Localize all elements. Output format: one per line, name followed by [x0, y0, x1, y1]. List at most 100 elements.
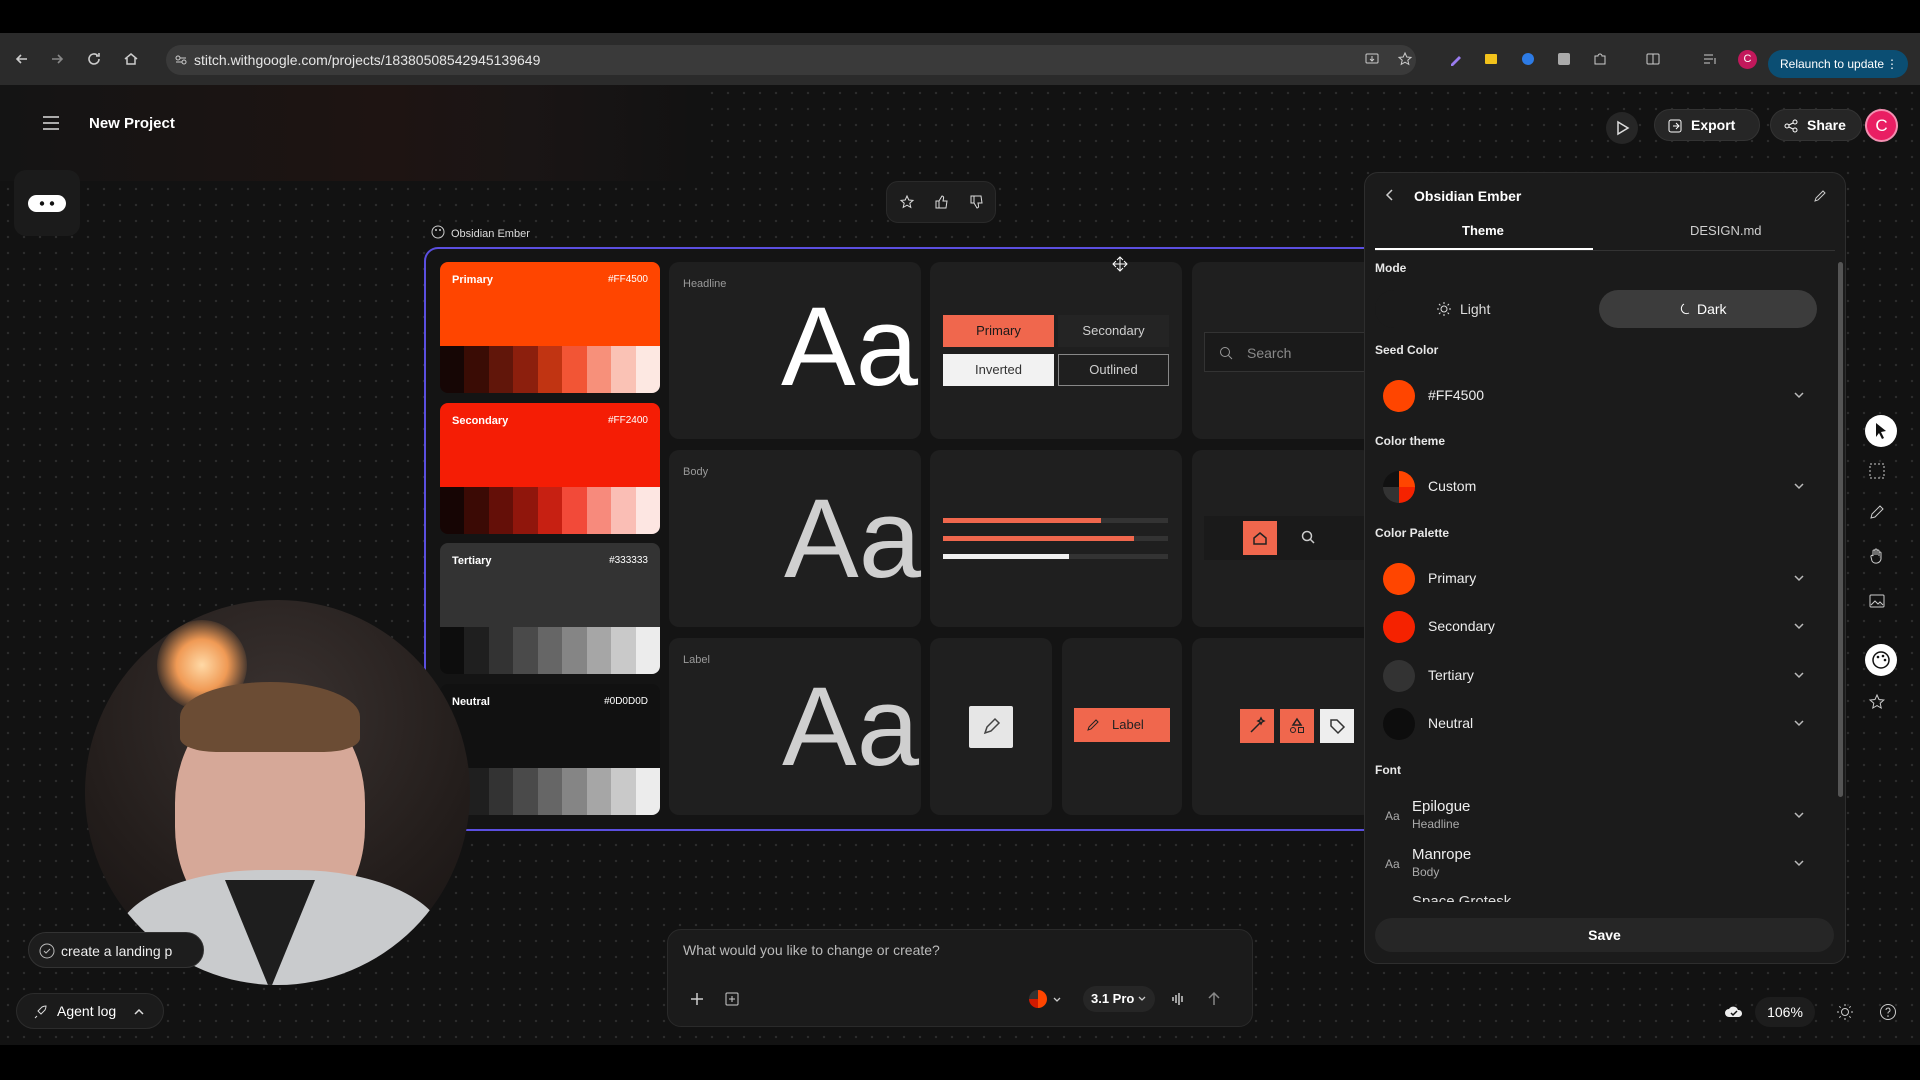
voice-icon[interactable] — [1170, 991, 1186, 1007]
move-cursor-icon — [1112, 256, 1128, 272]
agent-log-button[interactable]: Agent log — [16, 993, 164, 1029]
inverted-button[interactable]: Inverted — [943, 354, 1054, 386]
buttons-card: Primary Secondary Inverted Outlined — [930, 262, 1182, 439]
edit-title-icon[interactable] — [1813, 189, 1827, 203]
edit-icon-button[interactable] — [969, 706, 1013, 748]
board-label[interactable]: Obsidian Ember — [451, 228, 530, 240]
secondary-button[interactable]: Secondary — [1058, 315, 1169, 347]
type-card-label[interactable]: Label Aa — [669, 638, 921, 815]
font-select-cut[interactable]: Space Grotesk — [1412, 893, 1712, 902]
share-button[interactable]: Share — [1770, 109, 1862, 141]
url-text: stitch.withgoogle.com/projects/183805085… — [194, 52, 541, 68]
home-icon[interactable] — [123, 51, 139, 67]
tag-icon[interactable] — [1320, 709, 1354, 743]
search-input[interactable]: Search — [1204, 332, 1372, 372]
palette-card-tertiary[interactable]: Tertiary #333333 — [440, 543, 660, 674]
extension-pen-icon[interactable] — [1448, 51, 1464, 67]
cloud-sync-icon[interactable] — [1724, 1004, 1744, 1020]
preview-play-button[interactable] — [1606, 112, 1638, 144]
save-button[interactable]: Save — [1375, 918, 1834, 952]
chevron-up-icon — [133, 1006, 145, 1018]
split-view-icon[interactable] — [1645, 51, 1661, 67]
pencil-tool-icon[interactable] — [1868, 503, 1886, 521]
primary-button[interactable]: Primary — [943, 315, 1054, 347]
palette-name: Primary — [452, 274, 493, 286]
help-icon[interactable] — [1879, 1003, 1897, 1021]
chevron-down-icon[interactable] — [1052, 995, 1062, 1005]
zoom-level[interactable]: 106% — [1755, 997, 1815, 1027]
install-icon[interactable] — [1364, 51, 1380, 67]
theme-palette-button[interactable] — [1865, 644, 1897, 676]
marquee-icon[interactable] — [1868, 462, 1886, 480]
export-button[interactable]: Export — [1654, 109, 1760, 141]
address-bar[interactable]: stitch.withgoogle.com/projects/183805085… — [166, 45, 1416, 75]
suggestion-chip[interactable]: create a landing p — [28, 932, 204, 968]
site-info-icon[interactable] — [174, 53, 188, 67]
bookmark-star-icon[interactable] — [1397, 51, 1413, 67]
model-label: 3.1 Pro — [1091, 991, 1135, 1006]
font-select-body[interactable]: Aa Manrope Body — [1375, 843, 1825, 883]
chat-toggle-button[interactable] — [14, 170, 80, 236]
theme-color-chip[interactable] — [1029, 990, 1047, 1008]
home-nav-icon[interactable] — [1243, 521, 1277, 555]
thumbs-down-icon[interactable] — [969, 194, 985, 210]
extension-circle-icon[interactable] — [1520, 51, 1536, 67]
panel-scrollbar[interactable] — [1838, 262, 1843, 797]
color-theme-select[interactable]: Custom — [1375, 467, 1825, 505]
relaunch-button[interactable]: Relaunch to update ⋮ — [1768, 50, 1908, 78]
share-icon — [1783, 118, 1799, 134]
palette-card-neutral[interactable]: Neutral #0D0D0D — [440, 684, 660, 815]
search-nav-icon[interactable] — [1300, 529, 1316, 545]
thumbs-up-icon[interactable] — [934, 194, 950, 210]
extension-square-icon[interactable] — [1556, 51, 1572, 67]
label-button[interactable]: Label — [1074, 708, 1170, 742]
model-select[interactable]: 3.1 Pro — [1083, 986, 1155, 1012]
seed-color-select[interactable]: #FF4500 — [1375, 376, 1825, 414]
back-icon[interactable] — [14, 51, 30, 67]
palette-item-secondary[interactable]: Secondary — [1375, 607, 1825, 645]
forward-icon[interactable] — [49, 51, 65, 67]
mode-light-option[interactable]: Light — [1375, 290, 1595, 328]
back-chevron-icon[interactable] — [1384, 189, 1396, 201]
tab-theme[interactable]: Theme — [1462, 223, 1504, 238]
more-vert-icon[interactable]: ⋮ — [1886, 50, 1898, 78]
canvas-header-backdrop — [0, 85, 700, 181]
chevron-down-icon — [1137, 994, 1147, 1004]
hand-icon[interactable] — [1868, 547, 1886, 565]
reload-icon[interactable] — [86, 51, 102, 67]
favorite-star-icon[interactable] — [1868, 693, 1886, 711]
ramp-swatch — [488, 768, 514, 815]
prompt-input[interactable]: What would you like to change or create? — [683, 942, 940, 958]
shapes-icon[interactable] — [1280, 709, 1314, 743]
ramp-swatch — [635, 346, 660, 393]
mode-dark-option[interactable]: Dark — [1599, 290, 1817, 328]
palette-item-tertiary[interactable]: Tertiary — [1375, 656, 1825, 694]
outlined-button[interactable]: Outlined — [1058, 354, 1169, 386]
tab-design-md[interactable]: DESIGN.md — [1690, 223, 1762, 238]
add-icon[interactable] — [690, 992, 704, 1006]
browser-avatar[interactable]: C — [1738, 50, 1757, 69]
attach-screen-icon[interactable] — [724, 991, 740, 1007]
progress-track — [943, 554, 1168, 559]
menu-icon[interactable] — [42, 116, 60, 130]
send-arrow-icon[interactable] — [1206, 991, 1222, 1007]
ramp-swatch — [488, 346, 514, 393]
select-tool-button[interactable] — [1865, 415, 1897, 447]
star-icon[interactable] — [899, 194, 915, 210]
project-title[interactable]: New Project — [89, 115, 175, 132]
brightness-icon[interactable] — [1836, 1003, 1854, 1021]
palette-card-secondary[interactable]: Secondary #FF2400 — [440, 403, 660, 534]
media-controls-icon[interactable] — [1702, 51, 1718, 67]
type-card-headline[interactable]: Headline Aa — [669, 262, 921, 439]
font-select-headline[interactable]: Aa Epilogue Headline — [1375, 795, 1825, 835]
extension-note-icon[interactable] — [1483, 51, 1499, 67]
type-card-body[interactable]: Body Aa — [669, 450, 921, 627]
user-avatar[interactable]: C — [1865, 109, 1898, 142]
palette-card-primary[interactable]: Primary #FF4500 — [440, 262, 660, 393]
palette-item-neutral[interactable]: Neutral — [1375, 704, 1825, 742]
image-icon[interactable] — [1868, 592, 1886, 610]
magic-wand-icon[interactable] — [1240, 709, 1274, 743]
ramp-swatch — [488, 627, 514, 674]
palette-item-primary[interactable]: Primary — [1375, 559, 1825, 597]
extensions-puzzle-icon[interactable] — [1592, 51, 1608, 67]
